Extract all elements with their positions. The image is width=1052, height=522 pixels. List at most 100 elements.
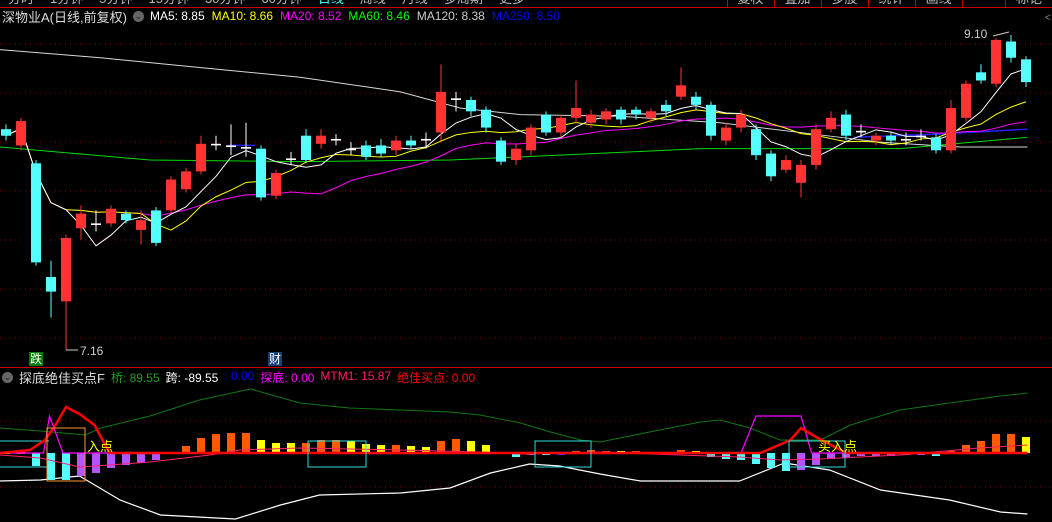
candle-down <box>1 129 11 136</box>
candle-up <box>571 108 581 118</box>
candle-up <box>871 135 881 141</box>
candle-down <box>121 213 131 221</box>
indicator-bar <box>467 441 475 453</box>
candle-down <box>361 145 371 157</box>
indicator-legend-item: : 0.00 <box>224 368 255 383</box>
candle-up <box>736 114 746 128</box>
candle-up <box>916 135 926 138</box>
indicator-bar <box>332 440 340 453</box>
bridge-line <box>0 388 1028 443</box>
candle-up <box>826 117 836 130</box>
indicator-bar <box>317 440 325 453</box>
indicator-bar <box>347 441 355 453</box>
candle-down <box>541 114 551 133</box>
buy-point-line <box>0 405 1028 455</box>
indicator-legend-item: 绝佳买点: 0.00 <box>397 370 476 385</box>
candle-up <box>991 39 1001 84</box>
candle-down <box>31 163 41 263</box>
candle-up <box>961 83 971 118</box>
candle-up <box>16 121 26 146</box>
buy-point-label: 入点 <box>87 439 114 454</box>
candle-down <box>706 104 716 136</box>
indicator-legend-item: MTM1: 15.87 <box>320 368 392 383</box>
fall-badge[interactable]: 跌 <box>29 352 44 366</box>
candle-down <box>691 96 701 105</box>
candle-up <box>181 171 191 190</box>
candle-down <box>481 109 491 128</box>
candle-down <box>466 99 476 112</box>
candle-up <box>451 98 461 100</box>
candle-down <box>766 153 776 177</box>
candle-down <box>661 104 671 112</box>
candle-up <box>511 148 521 161</box>
indicator-bar <box>212 434 220 453</box>
candle-down <box>1006 41 1016 58</box>
indicator-bar <box>767 453 775 468</box>
indicator-bar <box>227 433 235 453</box>
indicator-values: 桥: 89.55 跨: -89.55 : 0.00 探底: 0.00 MTM1: 15.… <box>111 369 475 386</box>
candle-up <box>421 138 431 141</box>
candle-up <box>271 173 281 196</box>
span-line <box>0 462 1028 520</box>
candle-down <box>976 72 986 81</box>
candle-down <box>886 135 896 141</box>
candle-up <box>601 111 611 120</box>
indicator-bar <box>272 443 280 453</box>
ma120-line <box>0 49 1028 148</box>
high-price-label: 9.10 <box>964 27 988 41</box>
candle-down <box>751 129 761 156</box>
indicator-bar <box>992 434 1000 453</box>
candle-up <box>211 143 221 146</box>
high-arrow <box>992 31 1010 37</box>
candle-up <box>391 140 401 151</box>
candle-up <box>556 117 566 133</box>
candle-up <box>241 147 251 149</box>
indicator-bar <box>197 438 205 453</box>
candle-up <box>196 143 206 172</box>
indicator-legend-item: 探底: 0.00 <box>260 370 315 385</box>
candle-down <box>226 145 236 148</box>
candle-up <box>901 138 911 141</box>
indicator-bar <box>977 441 985 453</box>
indicator-bar <box>107 453 115 468</box>
candle-up <box>136 220 146 230</box>
indicator-legend: ⌄ 探底绝佳买点F 桥: 89.55 跨: -89.55 : 0.00 探底: 0.0… <box>2 369 475 386</box>
kline-chart[interactable] <box>0 0 1052 522</box>
candle-up <box>346 148 356 151</box>
indicator-bar <box>137 453 145 463</box>
candle-down <box>1021 59 1031 83</box>
candle-down <box>931 137 941 151</box>
indicator-bar <box>32 453 40 466</box>
candle-up <box>106 208 116 224</box>
candle-down <box>301 135 311 161</box>
chevron-down-icon[interactable]: ⌄ <box>2 371 13 383</box>
candle-up <box>331 138 341 141</box>
finance-badge[interactable]: 财 <box>268 352 283 366</box>
indicator-legend-item: 跨: -89.55 <box>165 370 219 385</box>
candle-up <box>166 179 176 211</box>
candle-up <box>856 130 866 133</box>
candle-down <box>376 145 386 154</box>
indicator-bar <box>77 453 85 476</box>
candle-up <box>946 108 956 151</box>
candle-up <box>76 213 86 229</box>
candle-up <box>91 223 101 226</box>
candle-up <box>286 158 296 161</box>
candle-down <box>151 210 161 243</box>
indicator-bar <box>257 440 265 453</box>
candle-up <box>61 238 71 302</box>
buy-point-label: 买入点 <box>818 439 858 454</box>
candle-up <box>526 127 536 151</box>
candle-up <box>586 114 596 123</box>
candle-down <box>256 148 266 198</box>
candle-up <box>436 91 446 133</box>
candle-down <box>616 109 626 120</box>
candle-up <box>316 135 326 144</box>
candle-down <box>46 276 56 292</box>
indicator-bar <box>47 453 55 480</box>
indicator-legend-item: 桥: 89.55 <box>110 370 160 385</box>
candle-up <box>721 127 731 141</box>
candle-up <box>676 85 686 97</box>
candle-down <box>496 140 506 162</box>
indicator-title: 探底绝佳买点F <box>19 370 105 386</box>
